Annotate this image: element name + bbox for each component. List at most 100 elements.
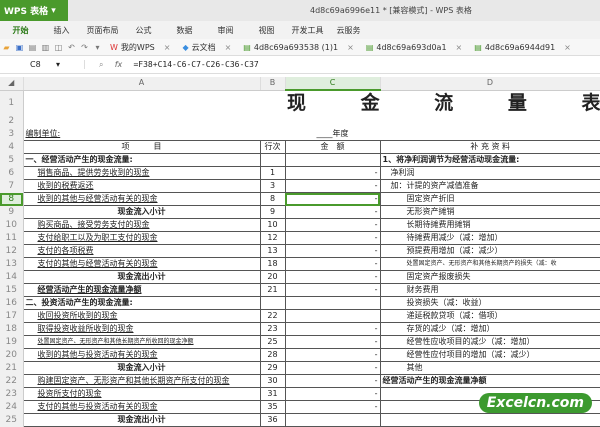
- close-tab-icon[interactable]: ×: [347, 43, 354, 52]
- amount-cell[interactable]: -: [285, 283, 381, 297]
- amount-cell[interactable]: -: [285, 335, 381, 349]
- line-cell[interactable]: 10: [260, 218, 286, 232]
- close-tab-icon[interactable]: ×: [225, 43, 232, 52]
- header-item[interactable]: 项 目: [22, 140, 261, 154]
- line-cell[interactable]: 35: [260, 400, 286, 414]
- supplement-cell[interactable]: 经营活动产生的现金流量净额: [380, 374, 600, 388]
- ribbon-tab[interactable]: 开发工具: [287, 25, 328, 36]
- close-tab-icon[interactable]: ×: [164, 43, 171, 52]
- row-header[interactable]: 15: [0, 283, 24, 297]
- year-label[interactable]: ____年度: [285, 127, 380, 141]
- amount-cell[interactable]: -: [285, 348, 381, 362]
- line-cell[interactable]: 25: [260, 335, 286, 349]
- document-tab[interactable]: W 我的WPS ×: [104, 42, 176, 53]
- row-header[interactable]: 20: [0, 348, 24, 362]
- amount-cell[interactable]: -: [285, 400, 381, 414]
- amount-cell[interactable]: -: [285, 322, 381, 336]
- col-header-c[interactable]: C: [285, 77, 381, 91]
- item-cell[interactable]: 现金流入小计: [22, 205, 261, 219]
- supplement-cell[interactable]: 预提费用增加（减：减少）: [380, 244, 600, 258]
- item-cell[interactable]: 购建固定资产、无形资产和其他长期资产所支付的现金: [22, 374, 261, 388]
- amount-cell[interactable]: -: [285, 270, 381, 284]
- line-cell[interactable]: [260, 296, 286, 310]
- line-cell[interactable]: 22: [260, 309, 286, 323]
- amount-cell[interactable]: -: [285, 205, 381, 219]
- col-header-d[interactable]: D: [380, 77, 600, 91]
- item-cell[interactable]: 一、经营活动产生的现金流量:: [22, 153, 261, 167]
- row-header[interactable]: 7: [0, 179, 24, 193]
- item-cell[interactable]: 收回投资所收到的现金: [22, 309, 261, 323]
- close-tab-icon[interactable]: ×: [564, 43, 571, 52]
- line-cell[interactable]: 36: [260, 413, 286, 427]
- supplement-cell[interactable]: 固定资产折旧: [380, 192, 600, 206]
- line-cell[interactable]: 28: [260, 348, 286, 362]
- redo-icon[interactable]: ↷: [78, 43, 91, 52]
- amount-cell[interactable]: [285, 153, 381, 167]
- close-tab-icon[interactable]: ×: [456, 43, 463, 52]
- row-header[interactable]: 19: [0, 335, 24, 349]
- ribbon-tab[interactable]: 页面布局: [82, 25, 123, 36]
- open-icon[interactable]: ▰: [0, 43, 13, 52]
- supplement-cell[interactable]: 经营性应收项目的减少（减：增加）: [380, 335, 600, 349]
- export-icon[interactable]: ▤: [26, 43, 39, 52]
- line-cell[interactable]: 12: [260, 231, 286, 245]
- header-line[interactable]: 行次: [260, 140, 286, 154]
- ribbon-tab[interactable]: 数据: [164, 25, 205, 36]
- supplement-cell[interactable]: 1、将净利润调节为经营活动现金流量:: [380, 153, 600, 167]
- ribbon-tab[interactable]: 插入: [41, 25, 82, 36]
- supplement-cell[interactable]: 经营性应付项目的增加（减：减少）: [380, 348, 600, 362]
- supplement-cell[interactable]: [380, 413, 600, 427]
- row-header[interactable]: 9: [0, 205, 24, 219]
- row-header[interactable]: 16: [0, 296, 24, 310]
- spreadsheet-grid[interactable]: ◢ A B C D 1现 金 流 量 表 2 3 编制单位: ____年度 4项 目行次金 …: [0, 77, 600, 427]
- item-cell[interactable]: 支付的其他与投资活动有关的现金: [22, 400, 261, 414]
- item-cell[interactable]: 现金流出小计: [22, 413, 261, 427]
- item-cell[interactable]: 收到的其他与经营活动有关的现金: [22, 192, 261, 206]
- header-amount[interactable]: 金 额: [285, 140, 381, 154]
- item-cell[interactable]: 销售商品、提供劳务收到的现金: [22, 166, 261, 180]
- row-header[interactable]: 12: [0, 244, 24, 258]
- row-header[interactable]: 13: [0, 257, 24, 271]
- line-cell[interactable]: [260, 153, 286, 167]
- amount-cell[interactable]: [285, 413, 381, 427]
- line-cell[interactable]: 3: [260, 179, 286, 193]
- print-icon[interactable]: ▥: [39, 43, 52, 52]
- row-header[interactable]: 24: [0, 400, 24, 414]
- amount-cell[interactable]: -: [285, 361, 381, 375]
- document-tab[interactable]: ▤ 4d8c69a693d0a1 ×: [360, 42, 468, 53]
- ribbon-tab[interactable]: 视图: [246, 25, 287, 36]
- amount-cell[interactable]: [285, 296, 381, 310]
- item-cell[interactable]: 现金流出小计: [22, 270, 261, 284]
- item-cell[interactable]: 支付的各项税费: [22, 244, 261, 258]
- supplement-cell[interactable]: 处置固定资产、无形资产和其他长期资产的损失（减：收: [380, 257, 600, 271]
- item-cell[interactable]: 支付给职工以及为职工支付的现金: [22, 231, 261, 245]
- undo-icon[interactable]: ↶: [65, 43, 78, 52]
- row-header[interactable]: 21: [0, 361, 24, 375]
- line-cell[interactable]: 30: [260, 374, 286, 388]
- supplement-cell[interactable]: 待摊费用减少（减：增加）: [380, 231, 600, 245]
- line-cell[interactable]: 21: [260, 283, 286, 297]
- col-header-b[interactable]: B: [260, 77, 286, 91]
- line-cell[interactable]: 20: [260, 270, 286, 284]
- amount-cell[interactable]: -: [285, 244, 381, 258]
- supplement-cell[interactable]: 长期待摊费用摊销: [380, 218, 600, 232]
- row-header[interactable]: 4: [0, 140, 24, 154]
- select-all[interactable]: ◢: [0, 77, 24, 91]
- amount-cell[interactable]: -: [285, 231, 381, 245]
- row-header[interactable]: 6: [0, 166, 24, 180]
- row-header[interactable]: 11: [0, 231, 24, 245]
- supplement-cell[interactable]: 加：计提的资产减值准备: [380, 179, 600, 193]
- line-cell[interactable]: 9: [260, 205, 286, 219]
- line-cell[interactable]: 29: [260, 361, 286, 375]
- formula-input[interactable]: =F38+C14-C6-C7-C26-C36-C37: [133, 60, 258, 69]
- item-cell[interactable]: 经营活动产生的现金流量净额: [22, 283, 261, 297]
- row-header[interactable]: 1: [0, 90, 24, 115]
- item-cell[interactable]: 支付的其他与经营活动有关的现金: [22, 257, 261, 271]
- amount-cell[interactable]: -: [285, 192, 381, 206]
- line-cell[interactable]: 23: [260, 322, 286, 336]
- document-tab[interactable]: ▤ 4d8c69a693538 (1)1 ×: [237, 42, 360, 53]
- amount-cell[interactable]: -: [285, 257, 381, 271]
- ribbon-tab[interactable]: 公式: [123, 25, 164, 36]
- ribbon-tab[interactable]: 审阅: [205, 25, 246, 36]
- save-icon[interactable]: ▣: [13, 43, 26, 52]
